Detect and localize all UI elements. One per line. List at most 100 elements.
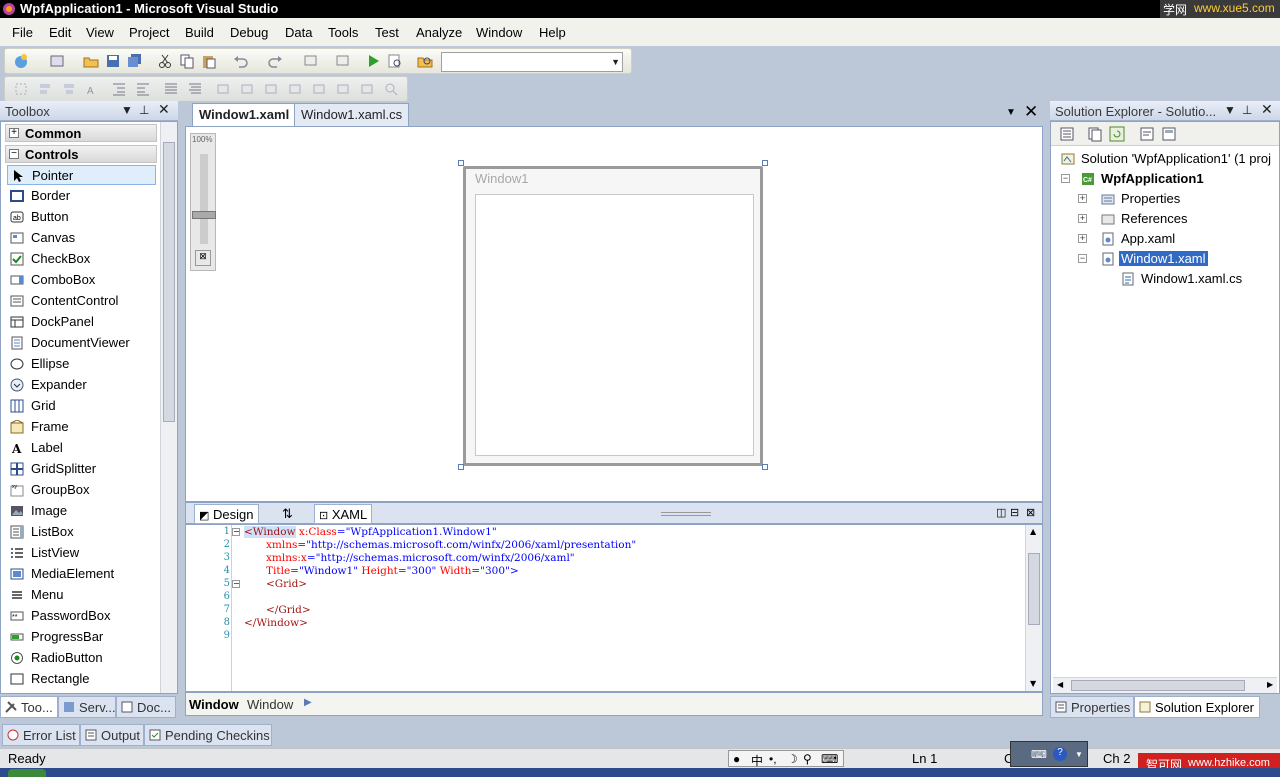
tool-documentviewer[interactable]: DocumentViewer bbox=[7, 333, 156, 353]
collapse-icon[interactable]: − bbox=[232, 580, 240, 588]
ime-mode[interactable]: 中 bbox=[751, 752, 763, 769]
clear-bookmarks-icon[interactable] bbox=[335, 81, 351, 97]
chevron-down-icon[interactable]: ▼ bbox=[1006, 107, 1016, 118]
prev-bookmark-icon[interactable] bbox=[239, 81, 255, 97]
wpf-window-preview[interactable]: Window1 bbox=[463, 166, 763, 466]
ime-toolbar[interactable]: ● 中 •, ☽ ⚲ ⌨ bbox=[728, 750, 844, 769]
comment-icon[interactable] bbox=[163, 81, 179, 97]
tool-grid[interactable]: Grid bbox=[7, 396, 156, 416]
navigate-forward-icon[interactable] bbox=[335, 53, 351, 69]
menu-debug[interactable]: Debug bbox=[230, 25, 268, 40]
tool-expander[interactable]: Expander bbox=[7, 375, 156, 395]
outdent-icon[interactable] bbox=[135, 81, 151, 97]
view-code-icon[interactable] bbox=[1139, 126, 1155, 142]
fit-to-window-icon[interactable]: ⊠ bbox=[195, 250, 211, 266]
cut-icon[interactable] bbox=[157, 53, 173, 69]
toggle-icon[interactable] bbox=[359, 81, 375, 97]
tab-properties[interactable]: Properties bbox=[1050, 696, 1134, 718]
menu-help[interactable]: Help bbox=[539, 25, 566, 40]
find-in-files-icon[interactable] bbox=[417, 53, 433, 69]
refresh-icon[interactable] bbox=[1109, 126, 1125, 142]
menu-test[interactable]: Test bbox=[375, 25, 399, 40]
collapse-icon[interactable]: − bbox=[1061, 174, 1070, 183]
tool-border[interactable]: Border bbox=[7, 186, 156, 206]
tool-label[interactable]: A Label bbox=[7, 438, 156, 458]
toolbox-group-controls[interactable]: − Controls bbox=[5, 145, 157, 163]
code-scrollbar[interactable]: ▲ ▼ bbox=[1025, 525, 1042, 691]
open-file-icon[interactable] bbox=[83, 53, 99, 69]
tool-frame[interactable]: Frame bbox=[7, 417, 156, 437]
tool-radiobutton[interactable]: RadioButton bbox=[7, 648, 156, 668]
tool-listview[interactable]: ListView bbox=[7, 543, 156, 563]
horizontal-split-icon[interactable]: ⊟ bbox=[1010, 506, 1019, 519]
tool-checkbox[interactable]: CheckBox bbox=[7, 249, 156, 269]
tab-window1-xaml[interactable]: Window1.xaml bbox=[192, 103, 297, 126]
tab-pending-checkins[interactable]: Pending Checkins bbox=[144, 724, 272, 746]
indent-icon[interactable] bbox=[111, 81, 127, 97]
tool-mediaelement[interactable]: MediaElement bbox=[7, 564, 156, 584]
scroll-up-icon[interactable]: ▲ bbox=[1030, 527, 1036, 536]
resize-handle-bottom-left[interactable] bbox=[458, 464, 464, 470]
collapse-icon[interactable]: − bbox=[1078, 254, 1087, 263]
menu-tools[interactable]: Tools bbox=[328, 25, 358, 40]
tab-design[interactable]: ◩ Design bbox=[194, 504, 259, 524]
navigate-backward-icon[interactable] bbox=[303, 53, 319, 69]
show-all-files-icon[interactable] bbox=[1087, 126, 1103, 142]
menu-edit[interactable]: Edit bbox=[49, 25, 71, 40]
scroll-right-icon[interactable]: ▶ bbox=[1267, 680, 1273, 689]
expand-icon[interactable]: + bbox=[1078, 234, 1087, 243]
add-item-icon[interactable] bbox=[49, 53, 65, 69]
language-bar[interactable]: ⌨ ? ▼ bbox=[1010, 741, 1088, 767]
expand-icon[interactable]: + bbox=[1078, 214, 1087, 223]
close-icon[interactable]: ✕ bbox=[1024, 102, 1038, 122]
chevron-down-icon[interactable]: ▼ bbox=[1224, 103, 1236, 117]
start-debugging-icon[interactable] bbox=[365, 53, 381, 69]
zoom-slider[interactable]: 100% ⊠ bbox=[190, 133, 216, 271]
tool-gridsplitter[interactable]: GridSplitter bbox=[7, 459, 156, 479]
wpf-designer-surface[interactable]: 100% ⊠ Window1 bbox=[185, 126, 1043, 502]
find-icon[interactable] bbox=[387, 53, 403, 69]
tab-output[interactable]: Output bbox=[80, 724, 144, 746]
collapse-icon[interactable]: − bbox=[232, 528, 240, 536]
properties-icon[interactable] bbox=[1059, 126, 1075, 142]
tool-listbox[interactable]: ListBox bbox=[7, 522, 156, 542]
scrollbar-thumb[interactable] bbox=[1028, 553, 1040, 625]
toolbox-group-common[interactable]: + Common bbox=[5, 124, 157, 142]
close-icon[interactable]: ✕ bbox=[158, 101, 170, 118]
half-width-icon[interactable]: ☽ bbox=[787, 752, 798, 766]
menu-view[interactable]: View bbox=[86, 25, 114, 40]
scroll-down-icon[interactable]: ▼ bbox=[1030, 679, 1036, 688]
menu-analyze[interactable]: Analyze bbox=[416, 25, 462, 40]
save-all-icon[interactable] bbox=[127, 53, 143, 69]
breadcrumb-root[interactable]: Window bbox=[189, 697, 239, 712]
paste-icon[interactable] bbox=[201, 53, 217, 69]
uncomment-icon[interactable] bbox=[187, 81, 203, 97]
swap-panes-button[interactable]: ⇅ bbox=[278, 504, 297, 524]
tab-toolbox[interactable]: Too... bbox=[0, 696, 58, 718]
tool-progressbar[interactable]: ProgressBar bbox=[7, 627, 156, 647]
menu-build[interactable]: Build bbox=[185, 25, 214, 40]
resize-handle-top-left[interactable] bbox=[458, 160, 464, 166]
splitter-grip[interactable] bbox=[661, 512, 711, 516]
tool-button[interactable]: ab Button bbox=[7, 207, 156, 227]
bookmark-icon[interactable] bbox=[215, 81, 231, 97]
save-icon[interactable] bbox=[105, 53, 121, 69]
toolbox-scrollbar[interactable] bbox=[160, 122, 177, 693]
tab-server-explorer[interactable]: Serv... bbox=[58, 696, 116, 718]
collapse-pane-icon[interactable]: ⊠ bbox=[1026, 506, 1035, 519]
undo-icon[interactable] bbox=[233, 53, 249, 69]
zoom-track[interactable] bbox=[200, 154, 208, 244]
scrollbar-thumb[interactable] bbox=[1071, 680, 1245, 691]
zoom-icon[interactable] bbox=[383, 81, 399, 97]
chevron-right-icon[interactable]: ▶ bbox=[304, 697, 312, 708]
align-centers-icon[interactable] bbox=[61, 81, 77, 97]
tool-menu[interactable]: Menu bbox=[7, 585, 156, 605]
tab-error-list[interactable]: Error List bbox=[2, 724, 80, 746]
chevron-down-icon[interactable]: ▼ bbox=[121, 103, 133, 117]
search-icon[interactable]: ⚲ bbox=[803, 752, 812, 766]
next-bookmark-icon[interactable] bbox=[263, 81, 279, 97]
tool-dockpanel[interactable]: DockPanel bbox=[7, 312, 156, 332]
menu-project[interactable]: Project bbox=[129, 25, 169, 40]
menu-file[interactable]: File bbox=[12, 25, 33, 40]
tool-image[interactable]: Image bbox=[7, 501, 156, 521]
